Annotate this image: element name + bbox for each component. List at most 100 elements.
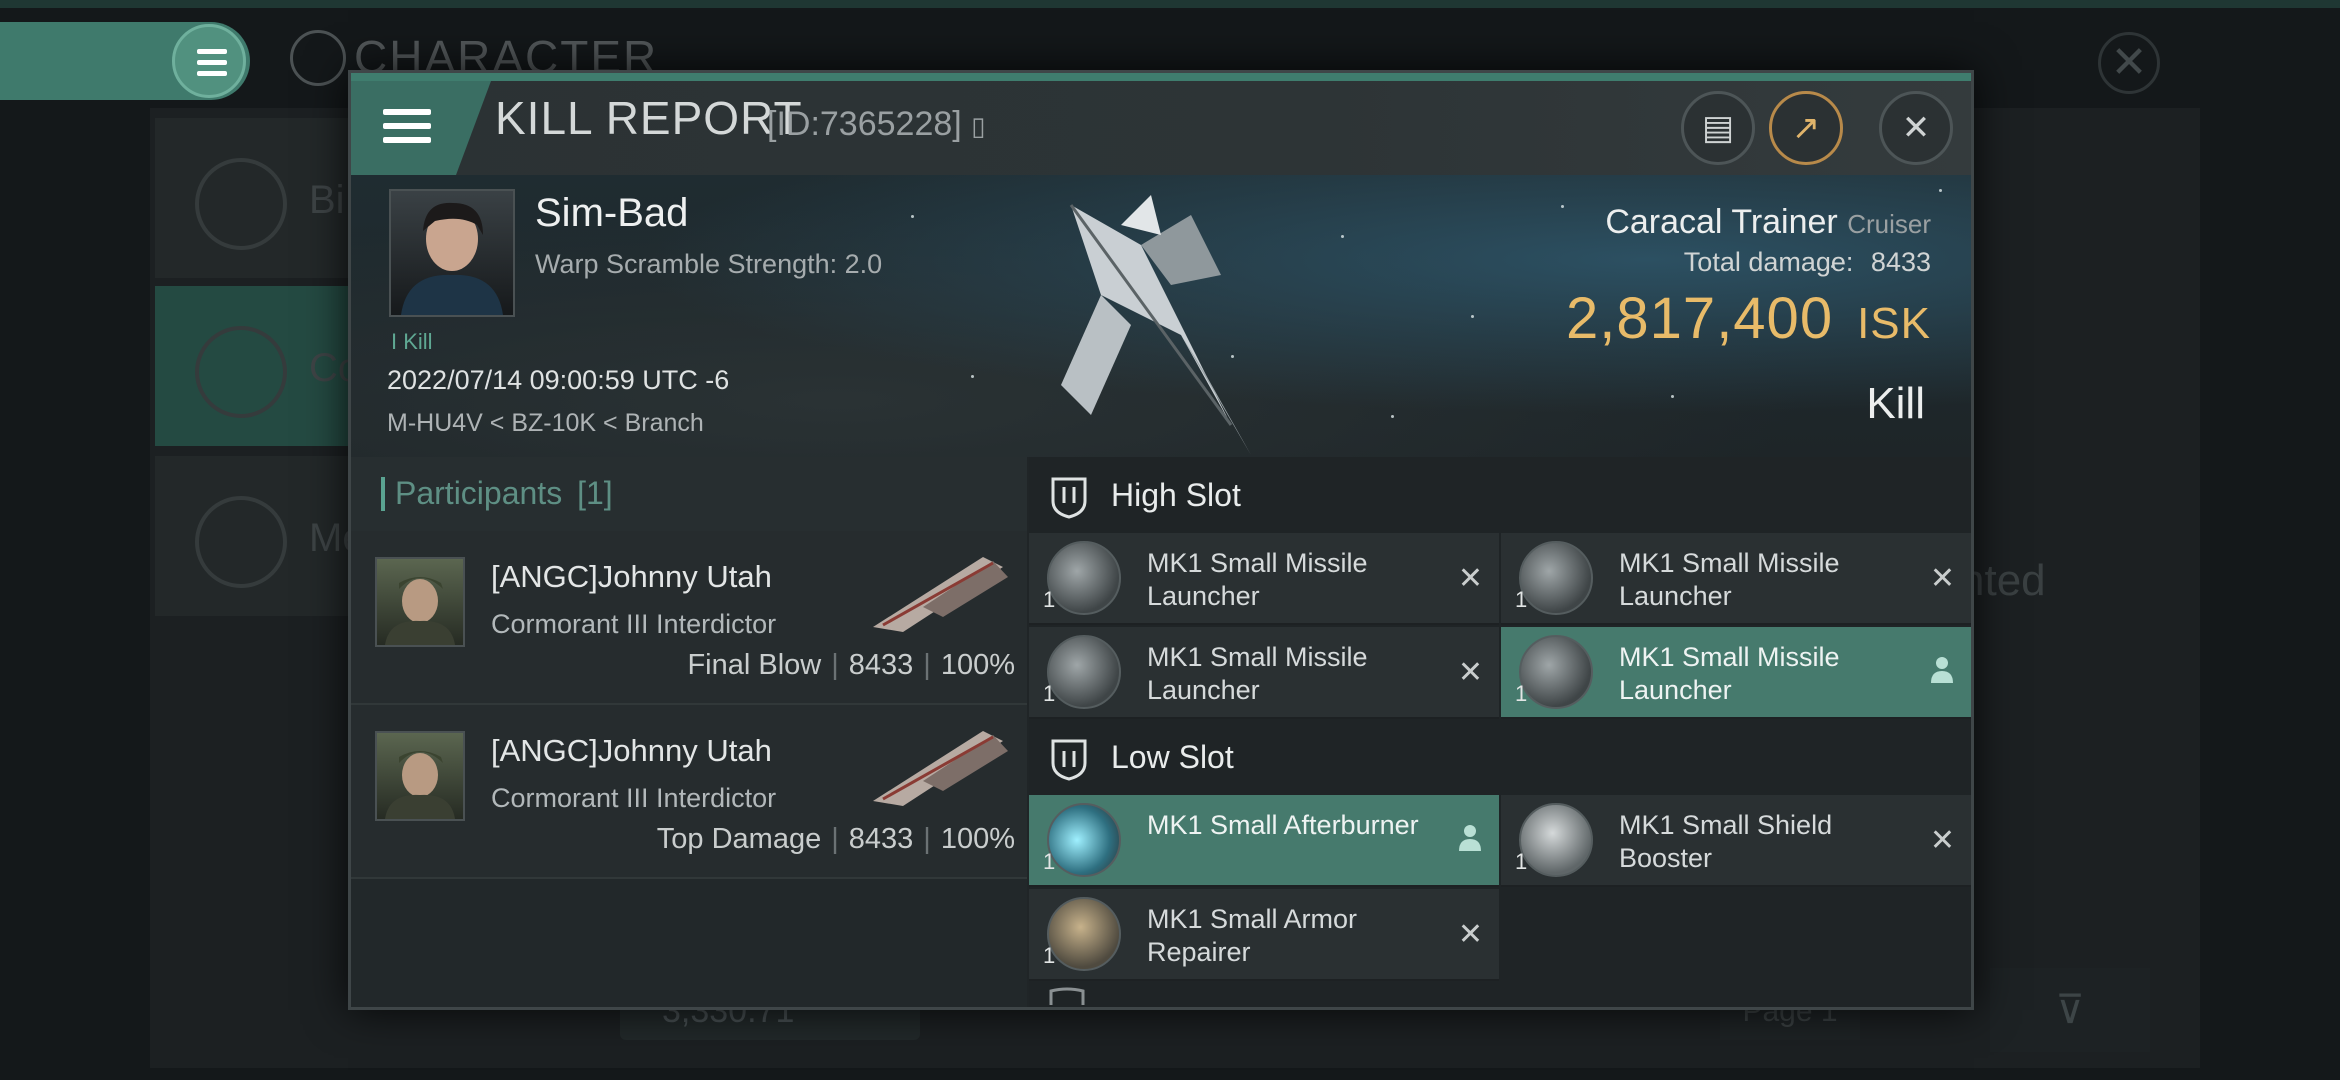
side-item-bio[interactable]: Bi [155,118,355,278]
high-slot-icon [1051,477,1087,519]
low-slot-header: Low Slot [1029,719,1971,795]
main-menu-button[interactable] [0,22,250,100]
module-name: MK1 Small Armor Repairer [1147,904,1358,967]
low-slot-title: Low Slot [1111,739,1234,775]
isk-unit: ISK [1857,299,1931,348]
ship-class: Cruiser [1847,209,1931,239]
participant-damage: 8433 [848,823,914,855]
modal-header: KILL REPORT [ID:7365228] ▯ ▤ ↗ ✕ [351,81,1971,175]
kill-summary-banner: Sim-Bad Warp Scramble Strength: 2.0 I Ki… [351,175,1971,457]
crossed-swords-icon [195,326,287,418]
total-damage-value: 8433 [1870,247,1931,277]
side-item-combat[interactable]: Co [155,286,360,446]
missile-launcher-icon [1047,635,1121,709]
afterburner-icon [1047,803,1121,877]
participant-role: Final Blow [687,649,822,681]
participant-ship-image [873,557,1008,632]
module-item[interactable]: 1 MK1 Small Missile Launcher ✕ [1029,627,1499,719]
participant-row[interactable]: [ANGC]Johnny Utah Cormorant III Interdic… [351,531,1027,705]
ship-name[interactable]: Caracal Trainer [1605,203,1837,241]
character-icon [290,30,346,86]
module-item[interactable]: 1 MK1 Small Armor Repairer ✕ [1029,889,1499,981]
menu-icon [172,24,246,98]
isk-value-line: 2,817,400 ISK [1566,285,1931,352]
armor-repairer-icon [1047,897,1121,971]
modal-menu-button[interactable] [351,81,491,175]
share-icon: ↗ [1791,109,1821,147]
module-qty: 1 [1043,587,1056,612]
module-qty: 1 [1043,681,1056,706]
kill-tag: I Kill [391,329,433,354]
participant-stats: Top Damage | 8433 | 100% [656,823,1015,855]
total-damage: Total damage: 8433 [1684,247,1931,278]
module-name: MK1 Small Missile Launcher [1619,548,1840,611]
participant-damage: 8433 [848,649,914,681]
participant-percent: 100% [940,823,1015,855]
participant-ship: Cormorant III Interdictor [491,783,777,813]
module-qty: 1 [1515,849,1528,874]
side-item-medals[interactable]: Me [155,456,365,616]
close-button[interactable]: ✕ [1879,91,1953,165]
x-icon: ✕ [1929,824,1955,857]
list-icon [195,158,287,250]
missile-launcher-icon [1519,635,1593,709]
participant-avatar[interactable] [375,557,465,647]
victim-portrait[interactable] [389,189,515,317]
participant-row[interactable]: [ANGC]Johnny Utah Cormorant III Interdic… [351,705,1027,879]
kill-location[interactable]: M-HU4V < BZ-10K < Branch [387,409,704,438]
participant-ship: Cormorant III Interdictor [491,609,777,639]
top-accent-line [0,0,2340,8]
module-item[interactable]: 1 MK1 Small Afterburner [1029,795,1499,887]
module-item[interactable]: 1 MK1 Small Missile Launcher ✕ [1501,533,1971,625]
clipboard-button[interactable]: ▤ [1681,91,1755,165]
participants-title: Participants [1] [395,475,613,512]
next-slot-icon [1049,987,1085,1005]
missile-launcher-icon [1519,541,1593,615]
kill-report-modal: KILL REPORT [ID:7365228] ▯ ▤ ↗ ✕ Sim-Bad… [348,70,1974,1010]
module-name: MK1 Small Missile Launcher [1619,642,1840,705]
ship-name-line: Caracal Trainer Cruiser [1605,203,1931,242]
copy-icon[interactable]: ▯ [971,111,985,141]
bg-close-icon[interactable]: ✕ [2098,32,2160,94]
module-item[interactable]: 1 MK1 Small Missile Launcher [1501,627,1971,719]
module-qty: 1 [1043,943,1056,968]
modal-title: KILL REPORT [495,92,803,144]
participant-avatar[interactable] [375,731,465,821]
x-icon: ✕ [1929,562,1955,595]
filter-icon[interactable]: ⊽ [1990,968,2150,1052]
module-name: MK1 Small Shield Booster [1619,810,1833,873]
module-qty: 1 [1515,681,1528,706]
kill-result: Kill [1866,379,1925,428]
kill-id-label: [ID:7365228] [767,105,962,143]
module-qty: 1 [1515,587,1528,612]
warp-scramble-strength: Warp Scramble Strength: 2.0 [535,249,883,279]
participant-name: [ANGC]Johnny Utah [491,733,772,768]
participant-percent: 100% [940,649,1015,681]
module-item[interactable]: 1 MK1 Small Shield Booster ✕ [1501,795,1971,887]
x-icon: ✕ [1457,918,1483,951]
victim-name[interactable]: Sim-Bad [535,191,688,236]
module-name: MK1 Small Missile Launcher [1147,642,1368,705]
participant-role: Top Damage [656,823,822,855]
x-icon: ✕ [1457,562,1483,595]
low-slot-icon [1051,739,1087,781]
high-slot-title: High Slot [1111,477,1241,513]
ship-image [1061,195,1251,455]
participants-header: Participants [1] [351,457,1027,531]
participant-ship-image [873,731,1008,806]
total-damage-label: Total damage: [1683,247,1854,277]
isk-value: 2,817,400 [1566,286,1834,351]
kill-id[interactable]: [ID:7365228] ▯ [767,105,985,144]
participants-count: [1] [577,475,613,511]
kill-date: 2022/07/14 09:00:59 UTC -6 [387,365,730,395]
person-icon [1931,657,1953,683]
close-icon: ✕ [1901,109,1931,147]
star-icon [195,496,287,588]
participant-name: [ANGC]Johnny Utah [491,559,772,594]
module-name: MK1 Small Afterburner [1147,810,1419,840]
share-button[interactable]: ↗ [1769,91,1843,165]
participants-label: Participants [395,475,563,511]
person-icon [1459,825,1481,851]
module-qty: 1 [1043,849,1056,874]
module-item[interactable]: 1 MK1 Small Missile Launcher ✕ [1029,533,1499,625]
